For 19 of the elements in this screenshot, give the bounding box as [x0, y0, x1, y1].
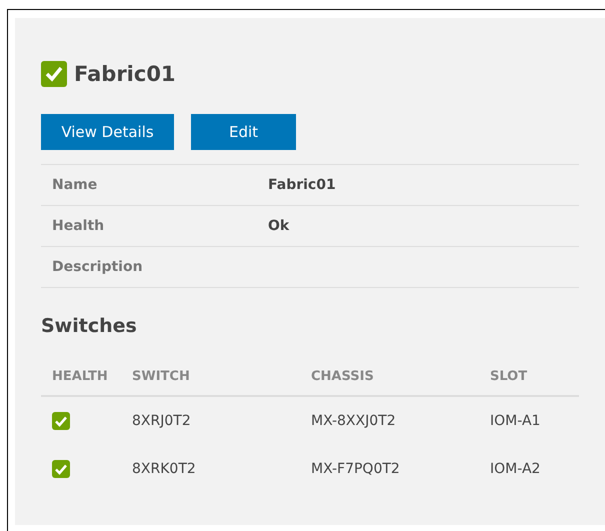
table-cell-text: MX-8XXJ0T2	[311, 413, 397, 429]
section-heading: Switches	[41, 315, 138, 339]
property-value: Ok	[268, 218, 290, 234]
column-header: CHASSIS	[311, 368, 375, 384]
column-header: SWITCH	[132, 368, 191, 384]
column-header: SLOT	[490, 368, 528, 384]
property-value: Fabric01	[268, 177, 336, 193]
fabric-title: Fabric01	[74, 62, 176, 86]
column-header: HEALTH	[51, 368, 109, 384]
table-cell: IOM-A2	[490, 461, 540, 477]
property-label: Health	[52, 218, 106, 234]
table-cell: IOM-A1	[490, 413, 540, 429]
action-button[interactable]: View Details	[41, 114, 174, 150]
property-label: Name	[52, 177, 98, 193]
action-button[interactable]: Edit	[191, 114, 296, 150]
table-cell-text: 8XRJ0T2	[132, 413, 192, 429]
property-label: Description	[52, 259, 144, 275]
table-cell-text: 8XRK0T2	[132, 461, 197, 477]
table-cell-text: MX-F7PQ0T2	[311, 461, 401, 477]
